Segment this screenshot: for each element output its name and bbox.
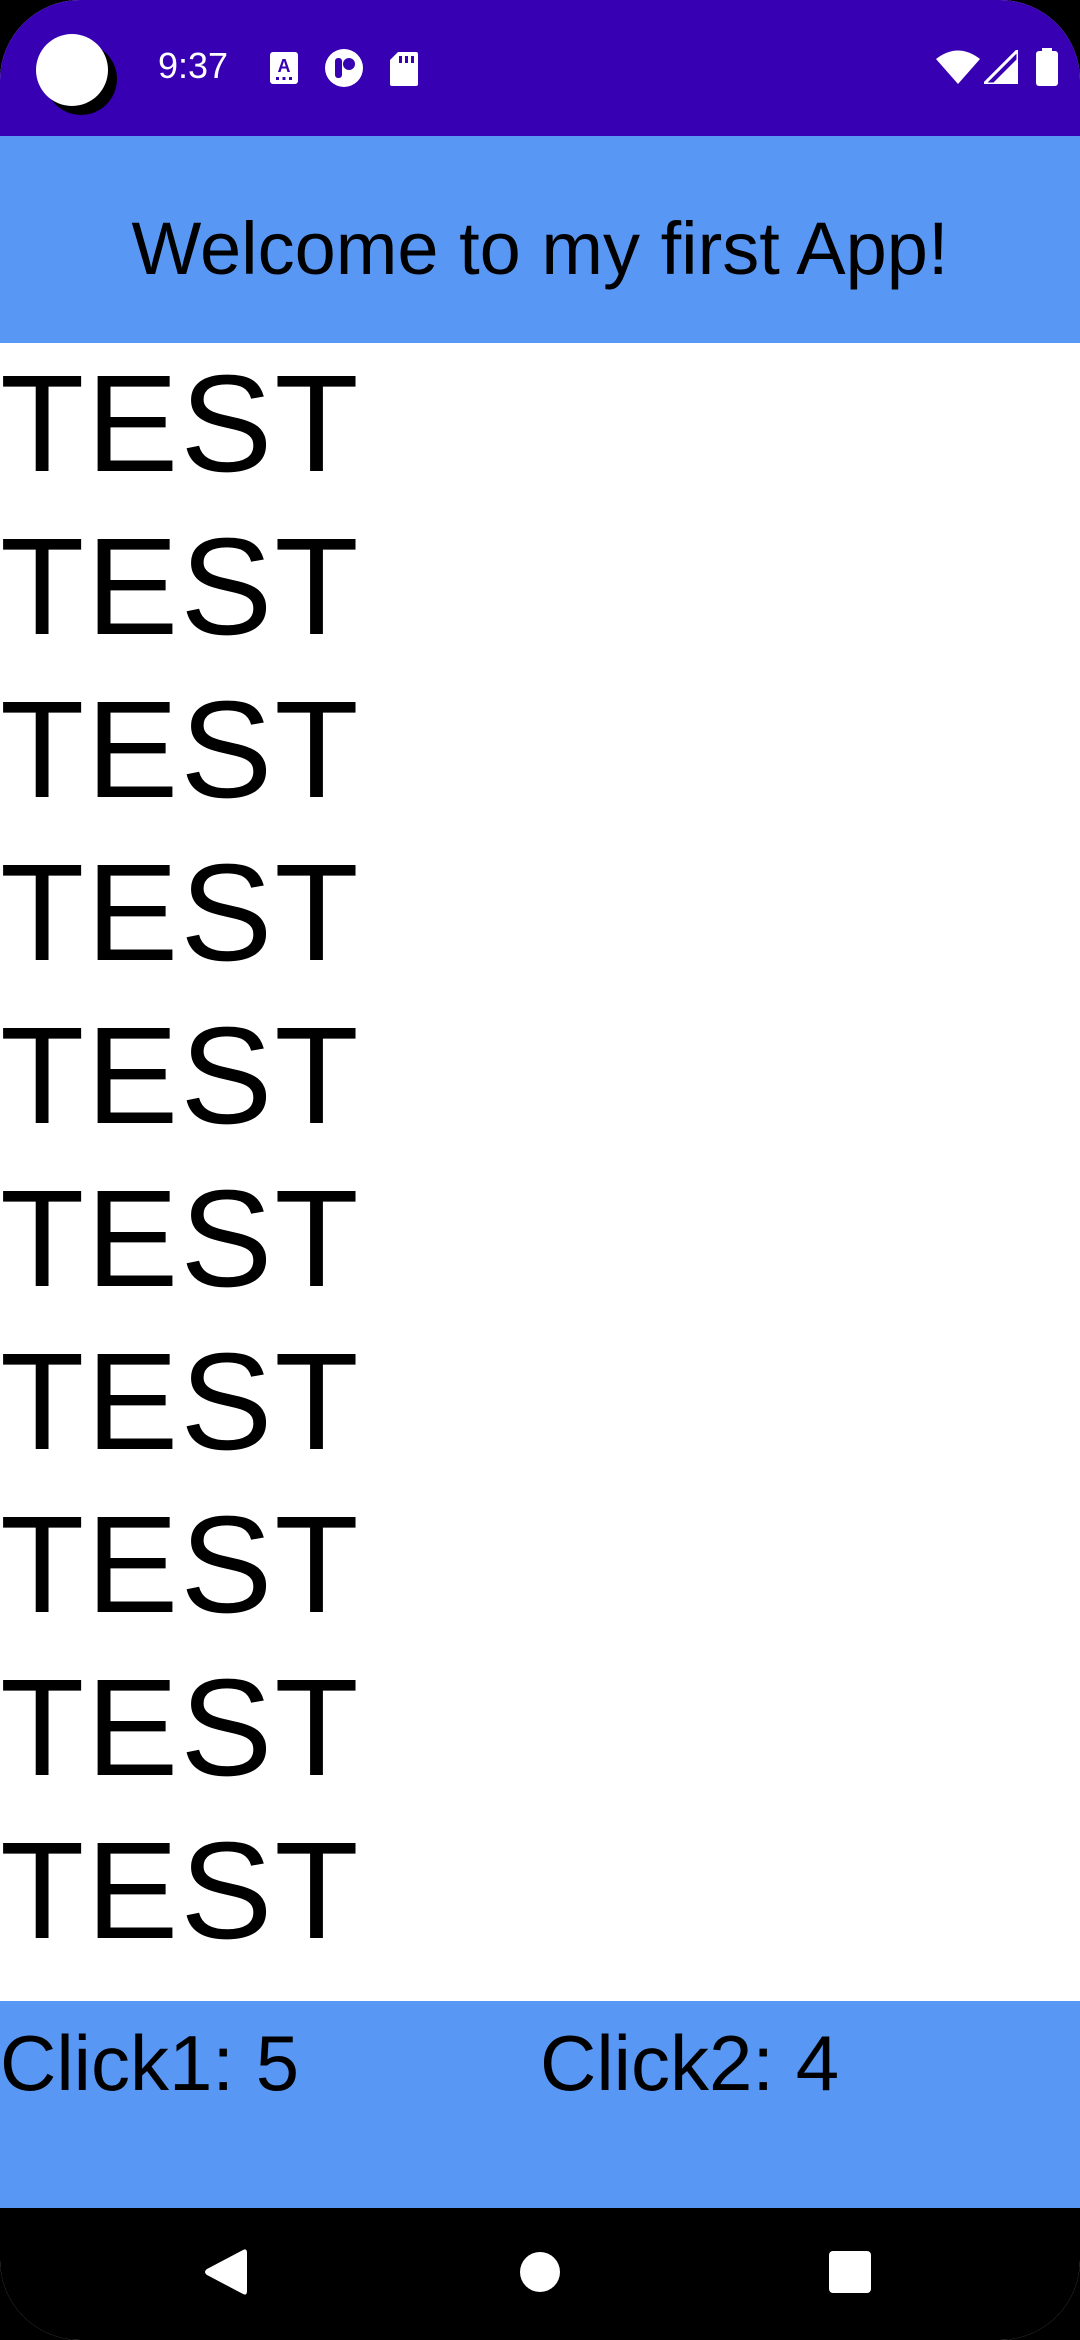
cell-signal-icon xyxy=(980,46,1020,89)
app-header: Welcome to my first App! xyxy=(0,136,1080,343)
status-bar: 9:37 A xyxy=(0,0,1080,136)
recents-icon xyxy=(829,2250,871,2298)
list-item[interactable]: TEST xyxy=(0,1647,1080,1810)
list-item[interactable]: TEST xyxy=(0,1810,1080,1973)
page-title: Welcome to my first App! xyxy=(131,207,949,290)
list-item[interactable]: TEST xyxy=(0,832,1080,995)
list-item[interactable]: TEST xyxy=(0,669,1080,832)
wifi-icon xyxy=(936,50,980,89)
list-item[interactable]: TEST xyxy=(0,506,1080,669)
list-item[interactable]: TEST xyxy=(0,1484,1080,1647)
keyboard-a-icon: A xyxy=(270,52,298,89)
camera-cutout xyxy=(36,34,108,106)
list-item[interactable]: TEST xyxy=(0,1158,1080,1321)
svg-text:A: A xyxy=(278,56,291,76)
click-counter-bar: Click1: 5 Click2: 4 xyxy=(0,2001,1080,2208)
home-icon xyxy=(519,2251,561,2298)
status-time: 9:37 xyxy=(158,45,229,86)
battery-icon xyxy=(1036,48,1058,91)
device: 9:37 A Welcome to my first App! TEST TES… xyxy=(0,0,1080,2340)
list-item[interactable]: TEST xyxy=(0,995,1080,1158)
navigation-bar xyxy=(0,2208,1080,2340)
list-item[interactable]: TEST xyxy=(0,343,1080,506)
test-list[interactable]: TEST TEST TEST TEST TEST TEST TEST TEST … xyxy=(0,343,1080,2001)
list-item[interactable]: TEST xyxy=(0,1321,1080,1484)
app-screen: 9:37 A Welcome to my first App! TEST TES… xyxy=(0,0,1080,2340)
recents-button[interactable] xyxy=(780,2208,920,2340)
click1-counter[interactable]: Click1: 5 xyxy=(0,2021,299,2105)
back-button[interactable] xyxy=(155,2208,295,2340)
click2-counter[interactable]: Click2: 4 xyxy=(540,2021,839,2105)
home-button[interactable] xyxy=(470,2208,610,2340)
back-icon xyxy=(203,2248,247,2301)
sd-card-icon xyxy=(390,52,418,91)
app-notification-icon xyxy=(324,48,364,93)
